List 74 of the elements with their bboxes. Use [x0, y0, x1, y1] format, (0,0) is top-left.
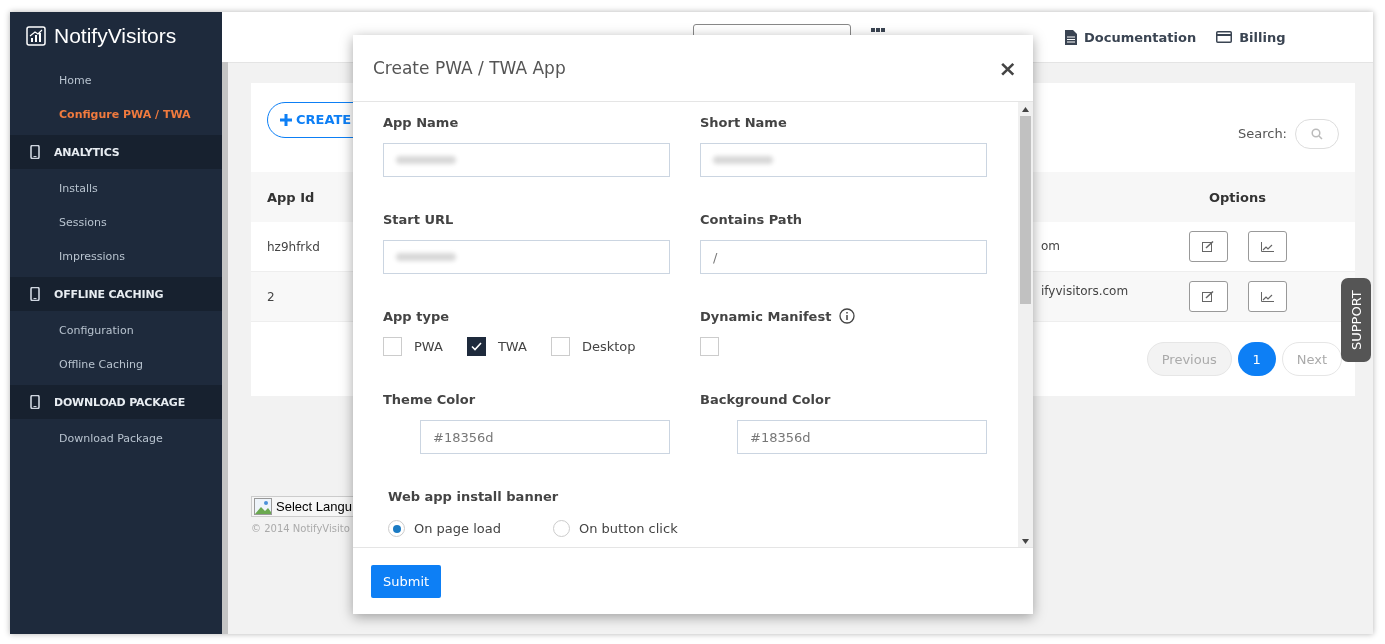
edit-icon: [1202, 291, 1214, 302]
field-label: Short Name: [700, 114, 788, 130]
color-field[interactable]: #18356d: [420, 420, 670, 454]
header-link[interactable]: Documentation: [1065, 29, 1197, 45]
sidebar-item[interactable]: Impressions: [10, 240, 222, 274]
checkbox-label: Desktop: [581, 339, 636, 354]
scrollbar[interactable]: [1018, 102, 1033, 547]
text-field[interactable]: [700, 143, 987, 177]
edit-icon: [1202, 241, 1214, 252]
chart-logo-icon: [26, 26, 46, 46]
sidebar-item[interactable]: Installs: [10, 172, 222, 206]
phone-icon: [30, 395, 40, 409]
field-label: Start URL: [383, 211, 455, 227]
submit-button[interactable]: Submit: [371, 564, 442, 598]
checkmark-icon: [470, 342, 482, 351]
edit-button[interactable]: [1188, 231, 1228, 262]
search-label: Search:: [1237, 126, 1287, 141]
sidebar-item[interactable]: Configuration: [10, 314, 222, 348]
sidebar-item[interactable]: Home: [10, 64, 222, 98]
phone-icon: [30, 145, 40, 159]
header-link[interactable]: Billing: [1216, 29, 1286, 45]
support-tab[interactable]: SUPPORT: [1341, 278, 1371, 362]
field-label: App type: [383, 308, 450, 324]
phone-icon: [30, 287, 40, 301]
grid-icon: [871, 28, 885, 32]
section-header[interactable]: OFFLINE CACHING: [10, 277, 222, 311]
arrow-down-icon[interactable]: [1022, 539, 1029, 544]
copyright-text: © 2014 NotifyVisito: [251, 523, 350, 534]
line-chart-icon: [1260, 291, 1274, 302]
text-field[interactable]: [383, 240, 670, 274]
table-cell-text: ifyvisitors.com: [1041, 284, 1130, 298]
radio-label: On button click: [579, 521, 678, 536]
table-cell-text: om: [1041, 239, 1062, 253]
dialog-title: Create PWA / TWA App: [373, 58, 566, 78]
credit-card-icon: [1216, 31, 1233, 43]
column-header: App Id: [266, 189, 316, 205]
section-header[interactable]: DOWNLOAD PACKAGE: [10, 385, 222, 419]
field-label: Contains Path: [700, 211, 804, 227]
image-icon: [254, 498, 272, 515]
sidebar-item[interactable]: Download Package: [10, 422, 222, 456]
field-label: Web app install banner: [388, 488, 560, 504]
close-button[interactable]: ×: [998, 55, 1017, 81]
field-label: Background Color: [700, 391, 832, 407]
checkbox[interactable]: [466, 337, 486, 356]
table-cell-text: 2: [266, 289, 276, 304]
plus-icon: [280, 113, 292, 126]
info-icon: [839, 308, 856, 324]
chart-button[interactable]: [1247, 281, 1287, 312]
text-field[interactable]: [383, 143, 670, 177]
column-header: Options: [1208, 189, 1267, 205]
search-icon: [1311, 127, 1323, 140]
page-button[interactable]: 1: [1237, 342, 1276, 376]
scrollbar[interactable]: [222, 62, 228, 634]
arrow-up-icon[interactable]: [1022, 107, 1029, 112]
blurred-value: [713, 156, 773, 164]
table-cell-text: hz9hfrkd: [266, 239, 321, 254]
line-chart-icon: [1260, 241, 1274, 252]
checkbox-label: TWA: [497, 339, 527, 354]
sidebar-item[interactable]: Configure PWA / TWA: [10, 98, 222, 132]
document-icon: [1065, 29, 1077, 45]
edit-button[interactable]: [1188, 281, 1228, 312]
radio-label: On page load: [414, 521, 501, 536]
field-label: Theme Color: [383, 391, 477, 407]
blurred-value: [396, 156, 456, 164]
field-label: Dynamic Manifest: [700, 308, 832, 324]
blurred-value: [396, 253, 456, 261]
text-field[interactable]: /: [700, 240, 987, 274]
sidebar-item[interactable]: Offline Caching: [10, 348, 222, 382]
color-field[interactable]: #18356d: [737, 420, 987, 454]
brand-name: NotifyVisitors: [54, 24, 177, 48]
chart-button[interactable]: [1247, 231, 1287, 262]
checkbox-label: PWA: [414, 339, 443, 354]
sidebar-item[interactable]: Sessions: [10, 206, 222, 240]
section-header[interactable]: ANALYTICS: [10, 135, 222, 169]
